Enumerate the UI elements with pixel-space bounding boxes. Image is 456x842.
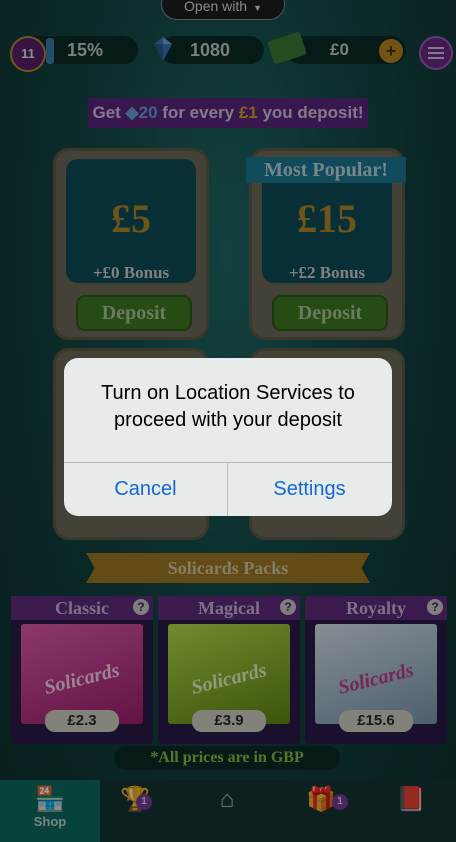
shop-screen: Open with ▼ 11 15% 1080 £0 + Get ◆20 for … bbox=[0, 0, 456, 842]
location-services-alert: Turn on Location Services to proceed wit… bbox=[64, 358, 392, 516]
cancel-button[interactable]: Cancel bbox=[64, 463, 227, 516]
alert-message: Turn on Location Services to proceed wit… bbox=[101, 382, 355, 431]
settings-button[interactable]: Settings bbox=[228, 463, 391, 516]
